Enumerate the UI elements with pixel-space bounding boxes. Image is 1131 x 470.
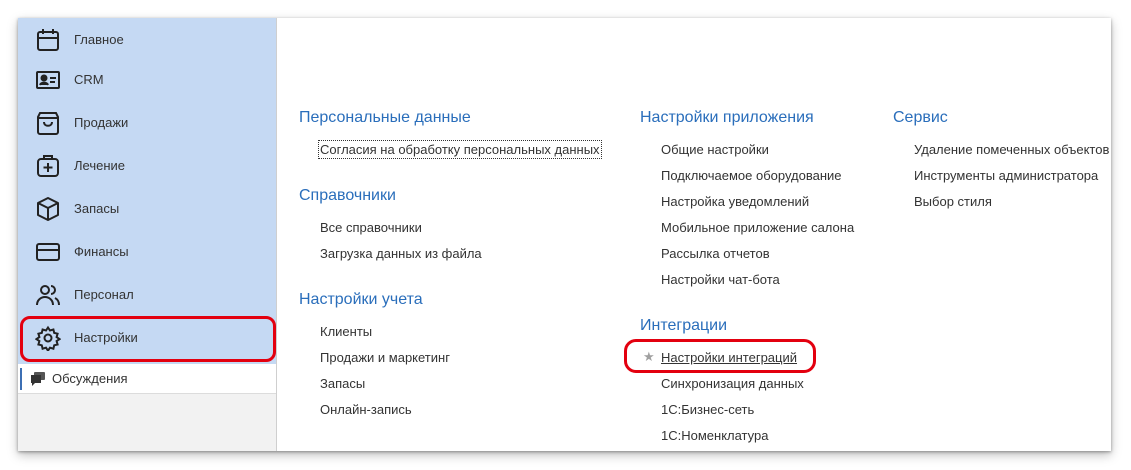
box-icon	[35, 196, 61, 222]
sidebar-item-label: Главное	[74, 32, 124, 47]
sidebar-item-label: Запасы	[74, 201, 120, 216]
link-report-mailing[interactable]: Рассылка отчетов	[661, 246, 770, 261]
credit-card-icon	[35, 239, 61, 265]
sidebar-item-treatment[interactable]: Лечение	[18, 144, 276, 187]
id-card-icon	[35, 67, 61, 93]
sidebar-item-label: Настройки	[74, 330, 138, 345]
link-online-booking[interactable]: Онлайн-запись	[320, 402, 412, 417]
sidebar-item-settings[interactable]: Настройки	[18, 316, 276, 359]
section-title-integrations: Интеграции	[640, 317, 728, 334]
calendar-icon	[35, 27, 61, 53]
sidebar-item-finance[interactable]: Финансы	[18, 230, 276, 273]
sidebar-item-label: Финансы	[74, 244, 129, 259]
section-title-personal-data: Персональные данные	[299, 109, 471, 126]
link-load-from-file[interactable]: Загрузка данных из файла	[320, 246, 482, 261]
main-content: Персональные данные Согласия на обработк…	[278, 18, 1111, 451]
link-general-settings[interactable]: Общие настройки	[661, 142, 769, 157]
sidebar-item-sales[interactable]: Продажи	[18, 101, 276, 144]
link-clients[interactable]: Клиенты	[320, 324, 372, 339]
section-title-accounting-settings: Настройки учета	[299, 291, 423, 308]
discussions-indicator	[20, 368, 22, 390]
link-all-directories[interactable]: Все справочники	[320, 220, 422, 235]
link-integration-settings[interactable]: Настройки интеграций	[661, 350, 797, 365]
sidebar-item-inventory[interactable]: Запасы	[18, 187, 276, 230]
link-mobile-app[interactable]: Мобильное приложение салона	[661, 220, 854, 235]
link-admin-tools[interactable]: Инструменты администратора	[914, 168, 1098, 183]
medical-case-icon	[35, 153, 61, 179]
section-title-service: Сервис	[893, 109, 948, 126]
link-chatbot-settings[interactable]: Настройки чат-бота	[661, 272, 780, 287]
link-connected-equipment[interactable]: Подключаемое оборудование	[661, 168, 842, 183]
sidebar-item-label: Продажи	[74, 115, 129, 130]
link-personal-data-consent[interactable]: Согласия на обработку персональных данны…	[318, 140, 602, 159]
gear-icon	[35, 325, 61, 351]
users-icon	[35, 282, 61, 308]
link-delete-marked-objects[interactable]: Удаление помеченных объектов	[914, 142, 1109, 157]
shopping-bag-icon	[35, 110, 61, 136]
sidebar-item-crm[interactable]: CRM	[18, 58, 276, 101]
sidebar-nav: Главное CRM Продажи Лечение Запасы Финан…	[18, 18, 276, 364]
link-sales-marketing[interactable]: Продажи и маркетинг	[320, 350, 450, 365]
sidebar-item-main[interactable]: Главное	[18, 18, 276, 61]
sidebar-item-label: Лечение	[74, 158, 126, 173]
discussions-label: Обсуждения	[52, 371, 128, 386]
app-window: Главное CRM Продажи Лечение Запасы Финан…	[18, 18, 1111, 451]
link-business-network[interactable]: 1С:Бизнес-сеть	[661, 402, 754, 417]
sidebar-item-staff[interactable]: Персонал	[18, 273, 276, 316]
link-data-sync[interactable]: Синхронизация данных	[661, 376, 804, 391]
link-inventory[interactable]: Запасы	[320, 376, 365, 391]
chat-icon	[30, 371, 46, 387]
sidebar-item-label: CRM	[74, 72, 104, 87]
discussions-item[interactable]: Обсуждения	[18, 364, 276, 394]
link-notification-settings[interactable]: Настройка уведомлений	[661, 194, 809, 209]
star-icon[interactable]: ★	[643, 349, 655, 365]
section-title-app-settings: Настройки приложения	[640, 109, 814, 126]
sidebar: Главное CRM Продажи Лечение Запасы Финан…	[18, 18, 277, 451]
sidebar-item-label: Персонал	[74, 287, 134, 302]
section-title-directories: Справочники	[299, 187, 396, 204]
link-nomenclature[interactable]: 1С:Номенклатура	[661, 428, 768, 443]
link-choose-style[interactable]: Выбор стиля	[914, 194, 992, 209]
